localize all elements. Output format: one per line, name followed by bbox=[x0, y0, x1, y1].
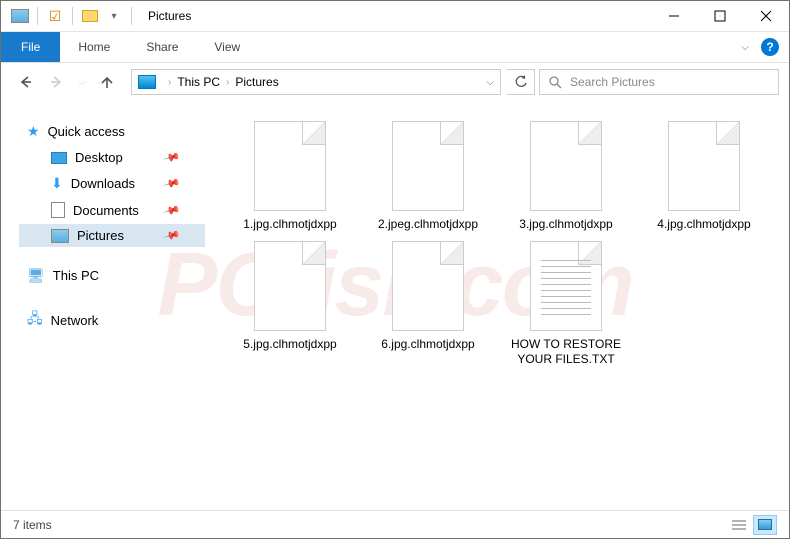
details-view-button[interactable] bbox=[727, 515, 751, 535]
downloads-icon: ⬇ bbox=[51, 175, 63, 192]
back-button[interactable] bbox=[11, 68, 39, 96]
explorer-window: ☑ ▾ Pictures File Home Share View ⌵ ? ⌵ bbox=[0, 0, 790, 539]
sidebar-item-label: Documents bbox=[73, 203, 139, 218]
file-label: 5.jpg.clhmotjdxpp bbox=[243, 337, 336, 353]
file-label: 3.jpg.clhmotjdxpp bbox=[519, 217, 612, 233]
pin-icon: 📌 bbox=[163, 226, 181, 244]
navigation-pane: ★ Quick access Desktop 📌 ⬇ Downloads 📌 D… bbox=[1, 101, 205, 510]
close-button[interactable] bbox=[743, 1, 789, 31]
statusbar: 7 items bbox=[1, 510, 789, 538]
titlebar: ☑ ▾ Pictures bbox=[1, 1, 789, 32]
pc-icon: 🖥 bbox=[27, 267, 45, 284]
refresh-button[interactable] bbox=[507, 69, 535, 95]
ribbon-expand-icon[interactable]: ⌵ bbox=[741, 42, 749, 53]
sidebar-item-pictures[interactable]: Pictures 📌 bbox=[19, 224, 205, 247]
search-icon bbox=[548, 75, 562, 89]
minimize-button[interactable] bbox=[651, 1, 697, 31]
file-icon bbox=[392, 121, 464, 211]
file-list[interactable]: 1.jpg.clhmotjdxpp 2.jpeg.clhmotjdxpp 3.jpg… bbox=[205, 101, 789, 510]
pin-icon: 📌 bbox=[163, 174, 181, 192]
pin-icon: 📌 bbox=[163, 148, 181, 166]
file-item[interactable]: 5.jpg.clhmotjdxpp bbox=[225, 241, 355, 368]
breadcrumb-dropdown-icon[interactable]: ⌵ bbox=[486, 77, 494, 88]
qat-customize[interactable]: ▾ bbox=[103, 5, 125, 27]
file-label: 4.jpg.clhmotjdxpp bbox=[657, 217, 750, 233]
star-icon: ★ bbox=[27, 123, 40, 140]
thumbnails-view-button[interactable] bbox=[753, 515, 777, 535]
file-tab[interactable]: File bbox=[1, 32, 60, 62]
search-input[interactable]: Search Pictures bbox=[539, 69, 779, 95]
file-icon bbox=[668, 121, 740, 211]
search-placeholder: Search Pictures bbox=[570, 75, 655, 89]
help-icon[interactable]: ? bbox=[761, 38, 779, 56]
breadcrumb-item[interactable]: This PC bbox=[177, 75, 220, 89]
tab-view[interactable]: View bbox=[196, 32, 258, 62]
tab-share[interactable]: Share bbox=[128, 32, 196, 62]
forward-button[interactable] bbox=[43, 68, 71, 96]
qat-folder[interactable] bbox=[79, 5, 101, 27]
recent-dropdown[interactable]: ⌵ bbox=[75, 68, 89, 96]
tab-home[interactable]: Home bbox=[60, 32, 128, 62]
desktop-icon bbox=[51, 152, 67, 164]
qat-properties[interactable]: ☑ bbox=[44, 5, 66, 27]
file-item[interactable]: 6.jpg.clhmotjdxpp bbox=[363, 241, 493, 368]
file-icon bbox=[254, 241, 326, 331]
file-item[interactable]: 1.jpg.clhmotjdxpp bbox=[225, 121, 355, 233]
file-item[interactable]: 3.jpg.clhmotjdxpp bbox=[501, 121, 631, 233]
navbar: ⌵ › This PC › Pictures ⌵ Search Pictures bbox=[1, 63, 789, 101]
file-icon bbox=[392, 241, 464, 331]
pin-icon: 📌 bbox=[163, 201, 181, 219]
quick-access-toolbar: ☑ ▾ bbox=[1, 5, 136, 27]
file-icon bbox=[530, 121, 602, 211]
location-icon bbox=[138, 75, 156, 89]
file-label: 2.jpeg.clhmotjdxpp bbox=[378, 217, 478, 233]
file-label: HOW TO RESTORE YOUR FILES.TXT bbox=[506, 337, 626, 368]
window-title: Pictures bbox=[148, 9, 191, 23]
file-item[interactable]: 2.jpeg.clhmotjdxpp bbox=[363, 121, 493, 233]
documents-icon bbox=[51, 202, 65, 218]
sidebar-item-label: Pictures bbox=[77, 228, 124, 243]
sidebar-item-documents[interactable]: Documents 📌 bbox=[19, 198, 205, 222]
up-button[interactable] bbox=[93, 68, 121, 96]
sidebar-item-label: Desktop bbox=[75, 150, 123, 165]
sidebar-item-network[interactable]: 🖧 Network bbox=[19, 304, 205, 336]
chevron-right-icon[interactable]: › bbox=[226, 77, 229, 88]
sidebar-item-label: Network bbox=[51, 313, 99, 328]
sidebar-item-this-pc[interactable]: 🖥 This PC bbox=[19, 263, 205, 288]
file-label: 1.jpg.clhmotjdxpp bbox=[243, 217, 336, 233]
file-item[interactable]: 4.jpg.clhmotjdxpp bbox=[639, 121, 769, 233]
file-item[interactable]: HOW TO RESTORE YOUR FILES.TXT bbox=[501, 241, 631, 368]
network-icon: 🖧 bbox=[27, 308, 43, 332]
breadcrumb-item[interactable]: Pictures bbox=[235, 75, 278, 89]
sidebar-item-downloads[interactable]: ⬇ Downloads 📌 bbox=[19, 171, 205, 196]
file-label: 6.jpg.clhmotjdxpp bbox=[381, 337, 474, 353]
pictures-icon bbox=[51, 229, 69, 243]
breadcrumb[interactable]: › This PC › Pictures ⌵ bbox=[131, 69, 501, 95]
maximize-button[interactable] bbox=[697, 1, 743, 31]
file-icon bbox=[254, 121, 326, 211]
sidebar-item-desktop[interactable]: Desktop 📌 bbox=[19, 146, 205, 169]
ribbon: File Home Share View ⌵ ? bbox=[1, 32, 789, 63]
sidebar-quick-access[interactable]: ★ Quick access bbox=[19, 119, 205, 144]
text-file-icon bbox=[530, 241, 602, 331]
sidebar-item-label: Quick access bbox=[48, 124, 125, 139]
sidebar-item-label: Downloads bbox=[71, 176, 135, 191]
item-count: 7 items bbox=[13, 518, 52, 532]
sidebar-item-label: This PC bbox=[53, 268, 99, 283]
chevron-right-icon[interactable]: › bbox=[168, 77, 171, 88]
app-icon[interactable] bbox=[9, 5, 31, 27]
